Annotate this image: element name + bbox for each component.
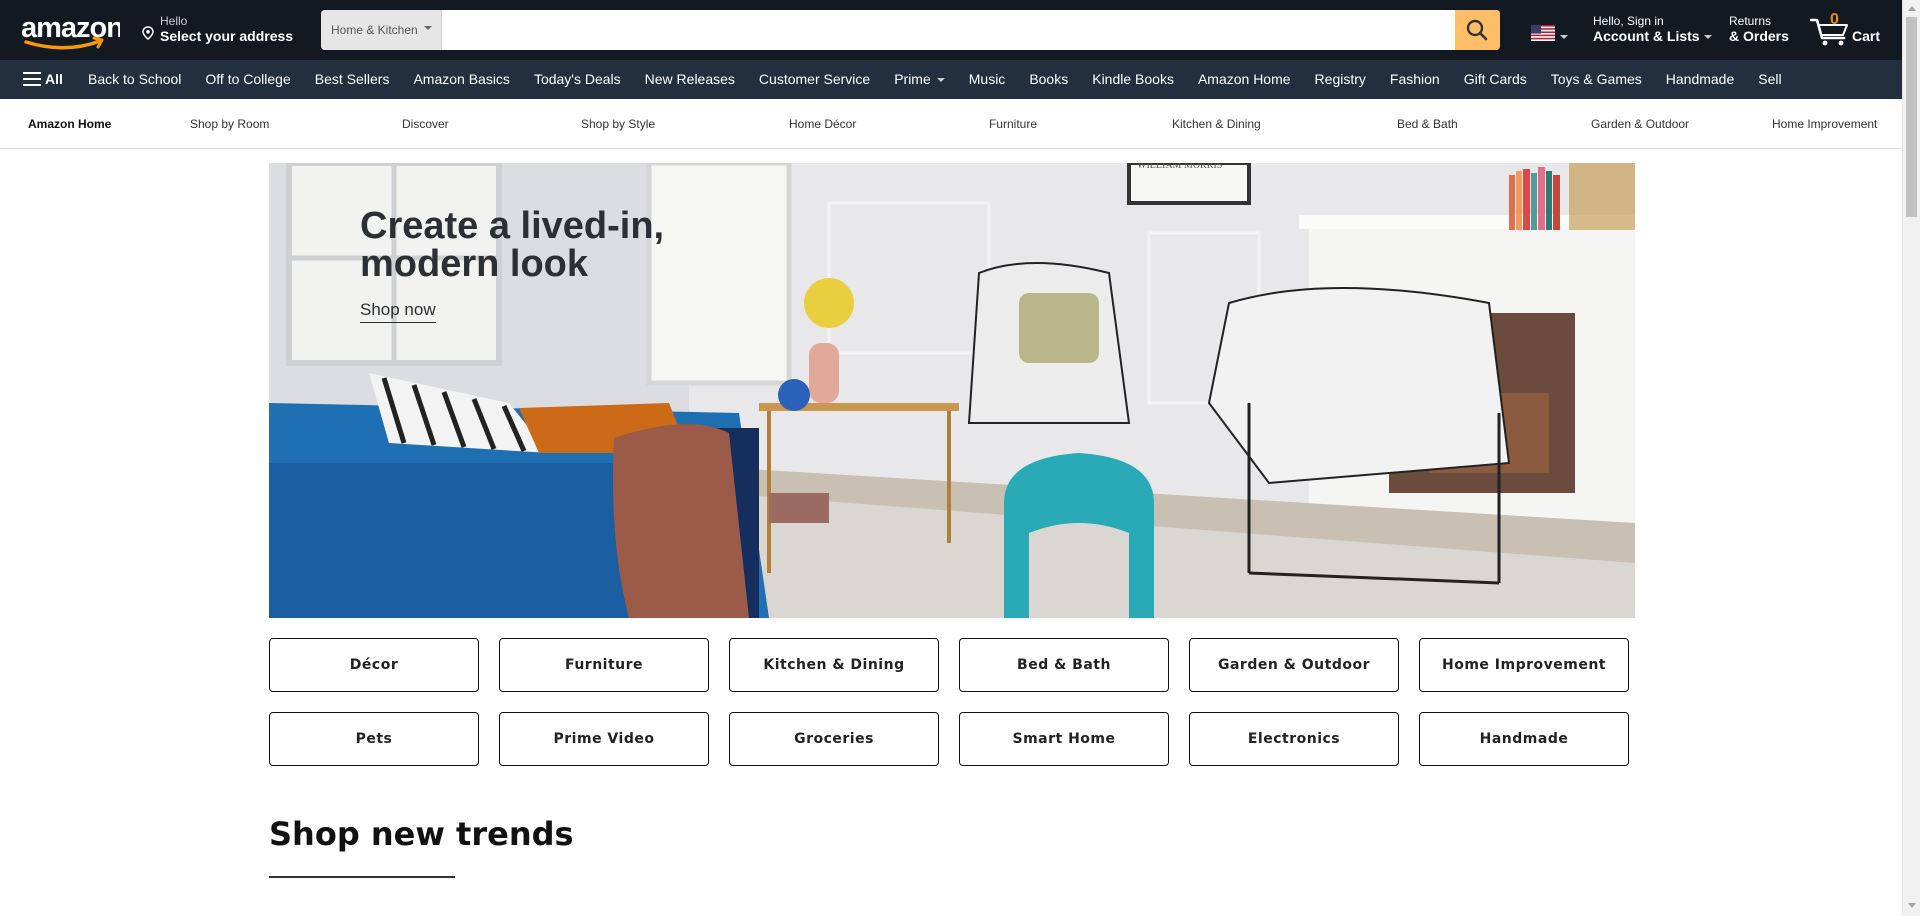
category-garden-outdoor-button[interactable]: Garden & Outdoor bbox=[1189, 638, 1399, 692]
chevron-down-icon bbox=[1703, 35, 1712, 40]
search-input[interactable] bbox=[442, 10, 1454, 50]
hero-shop-now-link[interactable]: Shop now bbox=[360, 300, 436, 323]
nav-link-books[interactable]: Books bbox=[1017, 60, 1080, 99]
nav-link-prime-label: Prime bbox=[894, 71, 931, 87]
store-nav-garden-outdoor[interactable]: Garden & Outdoor bbox=[1591, 99, 1689, 149]
nav-link-fashion[interactable]: Fashion bbox=[1378, 60, 1452, 99]
nav-link-customer-service[interactable]: Customer Service bbox=[747, 60, 882, 99]
account-lists-menu[interactable]: Hello, Sign in Account & Lists bbox=[1593, 14, 1712, 44]
store-nav-home-decor[interactable]: Home Décor bbox=[789, 99, 856, 149]
nav-link-new-releases[interactable]: New Releases bbox=[633, 60, 747, 99]
cart-label: Cart bbox=[1852, 28, 1881, 44]
location-greeting: Hello bbox=[160, 14, 188, 28]
category-pets-button[interactable]: Pets bbox=[269, 712, 479, 766]
hamburger-menu-icon bbox=[23, 72, 41, 87]
nav-link-back-to-school[interactable]: Back to School bbox=[76, 60, 193, 99]
nav-link-prime[interactable]: Prime bbox=[882, 60, 957, 99]
us-flag-icon[interactable] bbox=[1531, 25, 1555, 41]
orders-label: & Orders bbox=[1729, 28, 1789, 44]
store-nav-discover[interactable]: Discover bbox=[402, 99, 449, 149]
all-menu-label: All bbox=[45, 71, 63, 87]
page-scrollbar[interactable] bbox=[1902, 0, 1920, 916]
store-nav-home-improvement[interactable]: Home Improvement bbox=[1772, 99, 1877, 149]
location-address: Select your address bbox=[160, 28, 294, 44]
scroll-up-arrow-icon[interactable] bbox=[1908, 6, 1916, 11]
all-menu-button[interactable]: All bbox=[23, 60, 63, 99]
nav-main: All Back to School Off to College Best S… bbox=[0, 60, 1902, 99]
nav-link-handmade[interactable]: Handmade bbox=[1654, 60, 1747, 99]
nav-link-amazon-basics[interactable]: Amazon Basics bbox=[401, 60, 521, 99]
section-title: Shop new trends bbox=[269, 815, 574, 853]
returns-orders-link[interactable]: Returns & Orders bbox=[1729, 14, 1789, 44]
chevron-down-icon bbox=[936, 78, 945, 83]
scrollbar-thumb[interactable] bbox=[1906, 17, 1917, 217]
category-kitchen-dining-button[interactable]: Kitchen & Dining bbox=[729, 638, 939, 692]
search-category-dropdown[interactable]: Home & Kitchen bbox=[321, 10, 442, 50]
nav-belt: amazon Hello Select your address Home & … bbox=[0, 0, 1902, 60]
nav-link-toys-games[interactable]: Toys & Games bbox=[1539, 60, 1654, 99]
nav-link-todays-deals[interactable]: Today's Deals bbox=[522, 60, 633, 99]
nav-link-registry[interactable]: Registry bbox=[1303, 60, 1378, 99]
store-nav-shop-by-room[interactable]: Shop by Room bbox=[190, 99, 269, 149]
chevron-down-icon bbox=[423, 25, 432, 30]
nav-link-off-to-college[interactable]: Off to College bbox=[193, 60, 302, 99]
nav-link-sell[interactable]: Sell bbox=[1746, 60, 1793, 99]
category-prime-video-button[interactable]: Prime Video bbox=[499, 712, 709, 766]
store-nav-kitchen-dining[interactable]: Kitchen & Dining bbox=[1172, 99, 1261, 149]
account-lists-label: Account & Lists bbox=[1593, 28, 1700, 44]
section-divider bbox=[269, 876, 455, 878]
category-handmade-button[interactable]: Handmade bbox=[1419, 712, 1629, 766]
category-electronics-button[interactable]: Electronics bbox=[1189, 712, 1399, 766]
nav-link-best-sellers[interactable]: Best Sellers bbox=[303, 60, 402, 99]
location-pin-icon bbox=[142, 26, 154, 40]
returns-label: Returns bbox=[1729, 14, 1772, 28]
hero-banner[interactable]: WILLIAM MORRIS Create a lived-in, modern… bbox=[269, 163, 1635, 618]
store-nav-furniture[interactable]: Furniture bbox=[989, 99, 1037, 149]
search-category-label: Home & Kitchen bbox=[331, 23, 418, 37]
category-smart-home-button[interactable]: Smart Home bbox=[959, 712, 1169, 766]
store-subnav: Amazon Home Shop by Room Discover Shop b… bbox=[0, 99, 1902, 149]
nav-link-music[interactable]: Music bbox=[957, 60, 1018, 99]
search-icon bbox=[1466, 19, 1488, 41]
search-bar: Home & Kitchen bbox=[321, 10, 1500, 50]
nav-link-amazon-home[interactable]: Amazon Home bbox=[1186, 60, 1303, 99]
scroll-down-arrow-icon[interactable] bbox=[1908, 903, 1916, 908]
search-button[interactable] bbox=[1455, 10, 1500, 50]
category-home-improvement-button[interactable]: Home Improvement bbox=[1419, 638, 1629, 692]
category-decor-button[interactable]: Décor bbox=[269, 638, 479, 692]
amazon-logo[interactable]: amazon bbox=[20, 10, 124, 50]
language-chevron-icon[interactable] bbox=[1560, 35, 1568, 39]
category-groceries-button[interactable]: Groceries bbox=[729, 712, 939, 766]
hero-title: Create a lived-in, modern look bbox=[360, 205, 665, 285]
store-nav-shop-by-style[interactable]: Shop by Style bbox=[581, 99, 655, 149]
poster-text: WILLIAM MORRIS bbox=[1137, 163, 1222, 171]
store-nav-bed-bath[interactable]: Bed & Bath bbox=[1397, 99, 1458, 149]
cart-count: 0 bbox=[1830, 11, 1839, 28]
amazon-logo-icon: amazon bbox=[21, 12, 124, 50]
store-nav-amazon-home[interactable]: Amazon Home bbox=[28, 99, 111, 149]
category-furniture-button[interactable]: Furniture bbox=[499, 638, 709, 692]
cart-link[interactable]: 0 Cart bbox=[1810, 10, 1885, 50]
nav-link-gift-cards[interactable]: Gift Cards bbox=[1452, 60, 1539, 99]
account-greeting: Hello, Sign in bbox=[1593, 14, 1664, 28]
nav-link-kindle-books[interactable]: Kindle Books bbox=[1080, 60, 1186, 99]
category-bed-bath-button[interactable]: Bed & Bath bbox=[959, 638, 1169, 692]
svg-text:amazon: amazon bbox=[21, 12, 120, 44]
